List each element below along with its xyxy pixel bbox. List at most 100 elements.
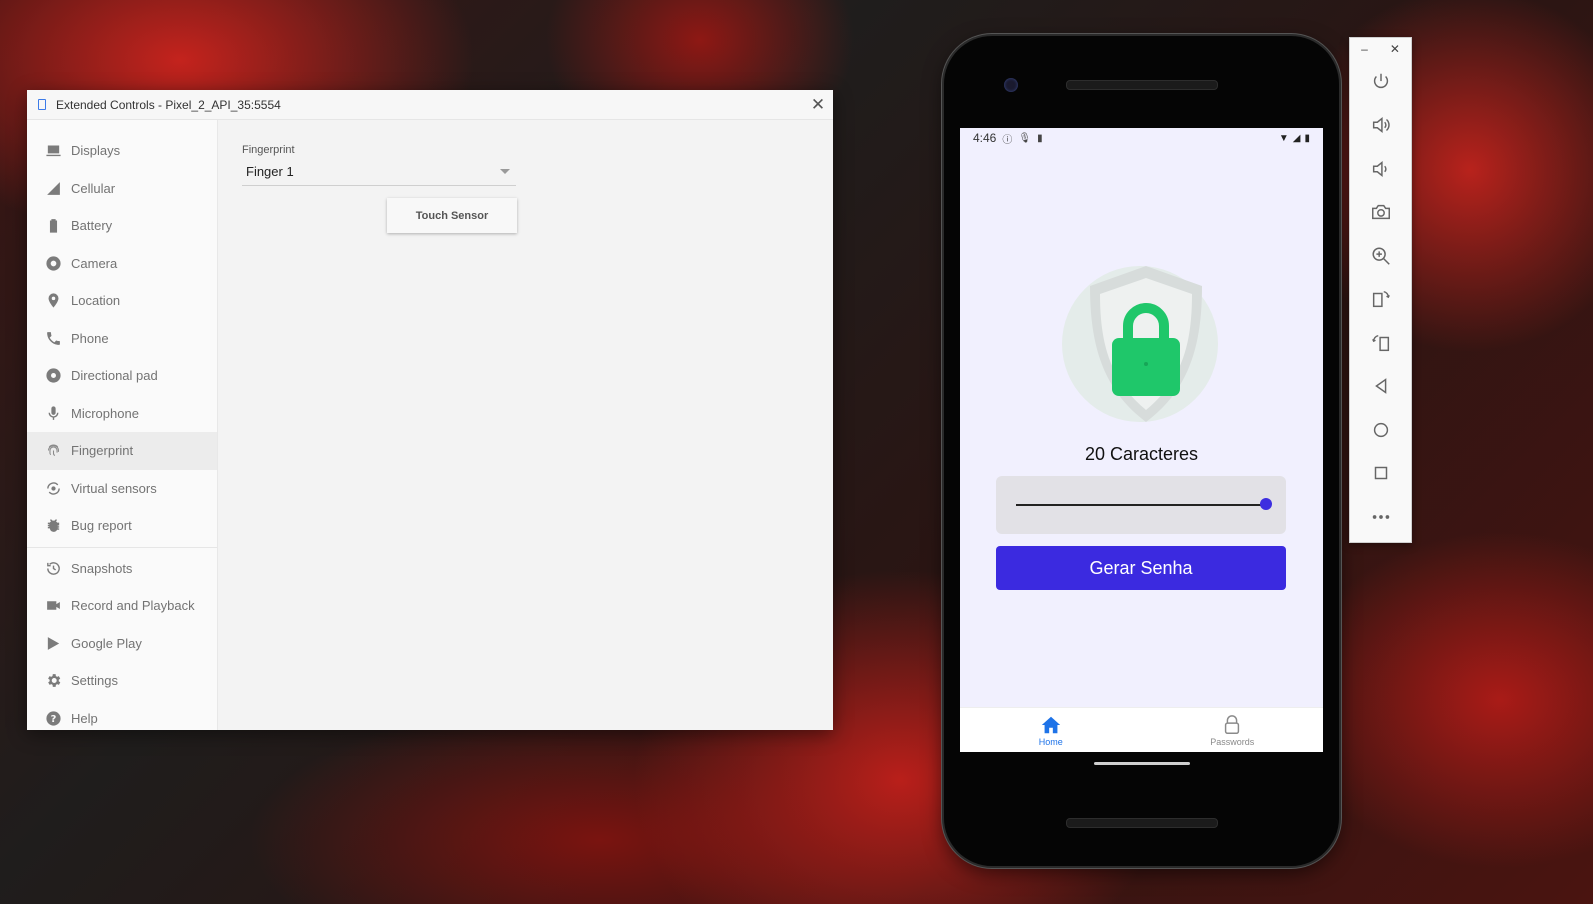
sidebar-item-label: Bug report	[71, 518, 132, 534]
sidebar-item-label: Microphone	[71, 405, 139, 421]
more-button[interactable]	[1350, 495, 1411, 539]
tab-passwords[interactable]: Passwords	[1142, 708, 1324, 752]
sidebar-item-label: Camera	[71, 255, 118, 271]
back-button[interactable]	[1350, 365, 1411, 409]
close-window-button[interactable]: ✕	[803, 90, 833, 119]
app-icon	[38, 99, 46, 110]
phone-screen: 4:46 ⓘ 🎙︎ ▮ ▼ ◢ ▮ 20 Caracteres Gerar Se…	[960, 128, 1323, 752]
sidebar-item-camera[interactable]: Camera	[27, 245, 217, 283]
phone-icon	[44, 329, 62, 347]
front-camera	[1004, 78, 1018, 92]
overview-icon	[1374, 467, 1387, 480]
rotate-right-icon	[1371, 334, 1389, 351]
sidebar-item-google-play[interactable]: Google Play	[27, 625, 217, 663]
home-circle-icon	[1373, 422, 1388, 437]
shield-lock-icon	[1062, 266, 1218, 422]
volume-down-icon	[1372, 160, 1387, 177]
chevron-down-icon	[500, 169, 510, 174]
close-icon: ✕	[810, 94, 826, 114]
gesture-home-bar[interactable]	[1094, 762, 1190, 765]
window-title: Extended Controls - Pixel_2_API_35:5554	[56, 97, 281, 112]
bug-icon	[44, 517, 62, 535]
sidebar-item-directional-pad[interactable]: Directional pad	[27, 357, 217, 395]
display-icon	[44, 142, 62, 160]
lock-icon	[1225, 714, 1240, 734]
rotate-left-icon	[1372, 291, 1390, 308]
minimize-button[interactable]: –	[1361, 42, 1368, 56]
volume-down-button[interactable]	[1350, 147, 1411, 191]
character-count-label: 20 Caracteres	[1084, 444, 1199, 464]
zoom-icon	[1371, 247, 1390, 265]
screenshot-button[interactable]	[1350, 191, 1411, 235]
gear-icon	[44, 672, 62, 690]
close-emulator-button[interactable]: ✕	[1390, 42, 1400, 56]
sd-card-icon: ▮	[1037, 132, 1043, 144]
sidebar-item-battery[interactable]: Battery	[27, 207, 217, 245]
length-slider-thumb[interactable]	[1260, 498, 1272, 510]
fingerprint-label: Fingerprint	[242, 144, 295, 156]
sidebar-item-label: Settings	[71, 673, 118, 689]
fingerprint-select[interactable]: Finger 1	[242, 158, 516, 186]
sidebar-item-settings[interactable]: Settings	[27, 662, 217, 700]
sidebar-item-label: Battery	[71, 218, 113, 234]
touch-sensor-button[interactable]: Touch Sensor	[387, 198, 517, 233]
sidebar-item-virtual-sensors[interactable]: Virtual sensors	[27, 470, 217, 508]
camera-icon	[1371, 205, 1390, 220]
location-pin-icon	[44, 292, 62, 310]
help-icon: ?	[44, 709, 62, 727]
sidebar-item-record-and-playback[interactable]: Record and Playback	[27, 587, 217, 625]
status-time: 4:46	[973, 131, 997, 145]
camera-aperture-icon	[44, 254, 62, 272]
dpad-icon	[44, 367, 62, 385]
more-icon	[1372, 514, 1389, 519]
cellular-icon	[44, 179, 62, 197]
play-icon	[44, 634, 62, 652]
length-slider[interactable]	[1016, 504, 1266, 506]
sidebar-item-phone[interactable]: Phone	[27, 320, 217, 358]
volume-up-icon	[1372, 117, 1390, 134]
home-button[interactable]	[1350, 408, 1411, 452]
extended-controls-window: Extended Controls - Pixel_2_API_35:5554 …	[27, 90, 833, 730]
phone-frame: 4:46 ⓘ 🎙︎ ▮ ▼ ◢ ▮ 20 Caracteres Gerar Se…	[944, 36, 1339, 866]
volume-up-button[interactable]	[1350, 104, 1411, 148]
wifi-icon: ▼	[1278, 132, 1289, 144]
info-icon: ⓘ	[1002, 134, 1013, 146]
sidebar-item-cellular[interactable]: Cellular	[27, 170, 217, 208]
sidebar-item-displays[interactable]: Displays	[27, 132, 217, 170]
history-icon	[44, 559, 62, 577]
zoom-button[interactable]	[1350, 234, 1411, 278]
sidebar-item-fingerprint[interactable]: Fingerprint	[27, 432, 217, 470]
sidebar-item-bug-report[interactable]: Bug report	[27, 507, 217, 545]
generate-password-button[interactable]: Gerar Senha	[996, 546, 1286, 590]
sidebar-item-label: Virtual sensors	[71, 480, 157, 496]
power-button[interactable]	[1350, 60, 1411, 104]
sidebar-item-location[interactable]: Location	[27, 282, 217, 320]
top-speaker	[1066, 80, 1218, 90]
tab-home[interactable]: Home	[960, 708, 1142, 752]
overview-button[interactable]	[1350, 452, 1411, 496]
fingerprint-icon	[44, 442, 62, 460]
fingerprint-select-value: Finger 1	[246, 164, 294, 179]
rotate-right-button[interactable]	[1350, 321, 1411, 365]
sidebar-item-label: Phone	[71, 330, 109, 346]
sidebar-item-snapshots[interactable]: Snapshots	[27, 550, 217, 588]
video-camera-icon	[44, 597, 62, 615]
sidebar-item-label: Location	[71, 293, 121, 309]
sidebar-item-microphone[interactable]: Microphone	[27, 395, 217, 433]
battery-status-icon: ▮	[1304, 132, 1310, 144]
svg-text:?: ?	[50, 714, 56, 725]
sidebar-item-help[interactable]: ? Help	[27, 700, 217, 738]
bottom-navigation: Home Passwords	[960, 707, 1323, 752]
sidebar-item-label: Record and Playback	[71, 598, 195, 614]
sidebar-item-label: Help	[71, 710, 98, 726]
tab-passwords-label: Passwords	[1210, 736, 1255, 747]
signal-icon: ◢	[1292, 132, 1301, 144]
sidebar-item-label: Google Play	[71, 635, 142, 651]
sidebar-item-label: Displays	[71, 143, 121, 159]
emulator-toolbar: – ✕	[1349, 37, 1412, 543]
rotate-left-button[interactable]	[1350, 278, 1411, 322]
microphone-icon	[44, 404, 62, 422]
virtual-sensors-icon	[44, 479, 62, 497]
battery-icon	[44, 217, 62, 235]
sidebar-item-label: Fingerprint	[71, 443, 134, 459]
